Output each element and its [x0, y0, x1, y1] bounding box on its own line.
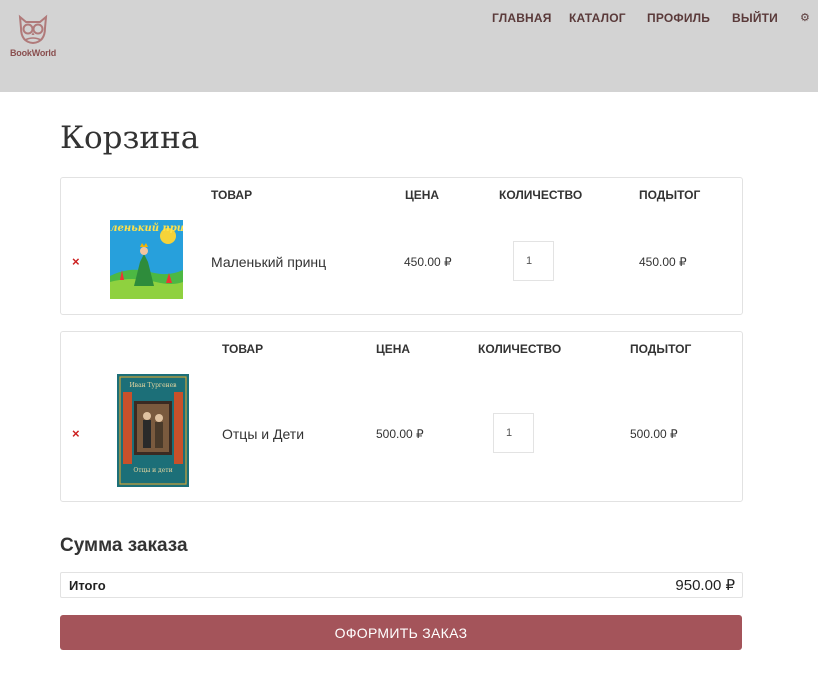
column-header-subtotal: ПОДЫТОГ — [639, 188, 701, 202]
product-price: 500.00 ₽ — [376, 427, 424, 441]
product-subtotal: 450.00 ₽ — [639, 255, 687, 269]
column-header-subtotal: ПОДЫТОГ — [630, 342, 692, 356]
order-summary-title: Сумма заказа — [60, 535, 188, 556]
column-header-quantity: КОЛИЧЕСТВО — [499, 188, 583, 202]
page-title: Корзина — [60, 120, 200, 156]
product-subtotal: 500.00 ₽ — [630, 427, 678, 441]
column-header-price: ЦЕНА — [376, 342, 411, 356]
total-label: Итого — [69, 578, 106, 593]
cover-title-text: Маленький принц — [110, 223, 183, 234]
product-name[interactable]: Отцы и Дети — [222, 426, 304, 442]
nav-catalog[interactable]: КАТАЛОГ — [569, 11, 626, 25]
gear-icon[interactable]: ⚙ — [800, 11, 810, 24]
product-price: 450.00 ₽ — [404, 255, 452, 269]
remove-item-button[interactable]: × — [72, 426, 80, 441]
remove-item-button[interactable]: × — [72, 254, 80, 269]
column-header-product: ТОВАР — [222, 342, 264, 356]
order-total-row: Итого 950.00 ₽ — [60, 572, 743, 598]
product-name[interactable]: Маленький принц — [211, 254, 326, 270]
checkout-button[interactable]: ОФОРМИТЬ ЗАКАЗ — [60, 615, 742, 650]
logo-text: BookWorld — [10, 48, 57, 58]
nav-profile[interactable]: ПРОФИЛЬ — [647, 11, 710, 25]
cart-item: ТОВАР ЦЕНА КОЛИЧЕСТВО ПОДЫТОГ × Маленьки… — [60, 177, 743, 315]
site-header: BookWorld ГЛАВНАЯ КАТАЛОГ ПРОФИЛЬ ВЫЙТИ … — [0, 0, 818, 92]
cover-author-text: Иван Тургенев — [129, 382, 177, 389]
nav-logout[interactable]: ВЫЙТИ — [732, 11, 778, 25]
quantity-input[interactable]: 1 — [493, 413, 534, 453]
cart-item: ТОВАР ЦЕНА КОЛИЧЕСТВО ПОДЫТОГ × Иван Тур… — [60, 331, 743, 502]
logo[interactable]: BookWorld — [10, 14, 60, 60]
total-value: 950.00 ₽ — [675, 577, 735, 594]
quantity-input[interactable]: 1 — [513, 241, 554, 281]
owl-icon — [18, 14, 48, 45]
nav-home[interactable]: ГЛАВНАЯ — [492, 11, 552, 25]
column-header-product: ТОВАР — [211, 188, 253, 202]
product-image[interactable]: Маленький принц — [110, 220, 183, 299]
product-image[interactable]: Иван Тургенев Отцы и дети — [117, 374, 189, 487]
column-header-quantity: КОЛИЧЕСТВО — [478, 342, 562, 356]
column-header-price: ЦЕНА — [405, 188, 440, 202]
cover-title-text: Отцы и дети — [133, 467, 172, 474]
